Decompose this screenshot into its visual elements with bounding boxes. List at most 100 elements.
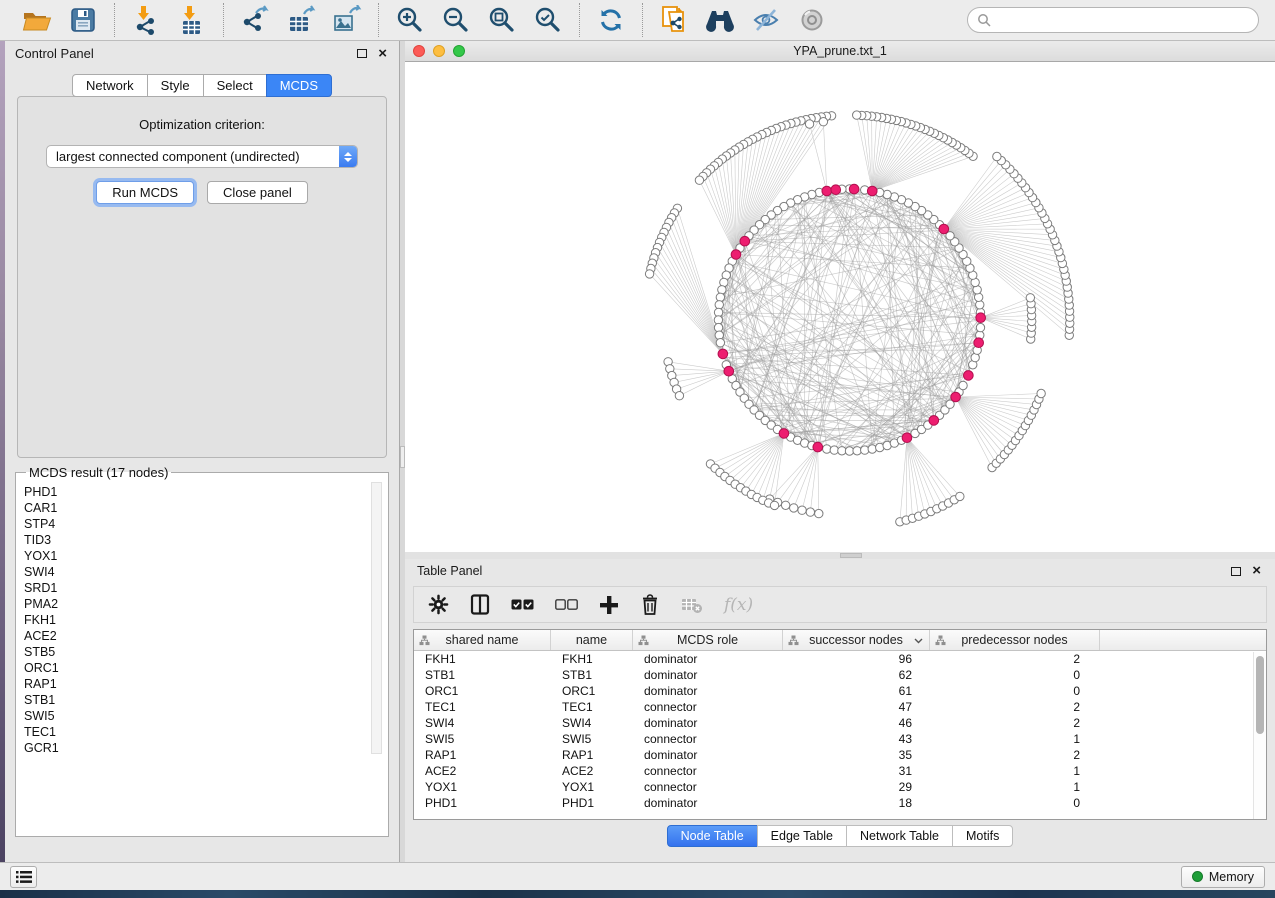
network-node[interactable] xyxy=(716,339,724,347)
network-node[interactable] xyxy=(868,445,876,453)
memory-button[interactable]: Memory xyxy=(1181,866,1265,888)
network-leaf-node[interactable] xyxy=(806,508,814,516)
network-node[interactable] xyxy=(959,381,967,389)
network-node[interactable] xyxy=(974,293,982,301)
table-row[interactable]: YOX1YOX1connector291 xyxy=(414,779,1266,795)
table-settings-button[interactable] xyxy=(428,590,449,620)
table-row[interactable]: PHD1PHD1dominator180 xyxy=(414,795,1266,811)
export-image-button[interactable] xyxy=(330,4,364,36)
show-panels-button[interactable] xyxy=(10,866,37,888)
network-hub-node[interactable] xyxy=(831,185,841,195)
mcds-result-item[interactable]: SWI4 xyxy=(24,564,388,580)
export-table-button[interactable] xyxy=(284,4,318,36)
tab-edge-table[interactable]: Edge Table xyxy=(757,825,847,847)
mcds-result-item[interactable]: PMA2 xyxy=(24,596,388,612)
export-network-button[interactable] xyxy=(238,4,272,36)
mcds-result-item[interactable]: FKH1 xyxy=(24,612,388,628)
network-hub-node[interactable] xyxy=(902,433,912,443)
tab-mcds[interactable]: MCDS xyxy=(266,74,332,97)
network-node[interactable] xyxy=(830,446,838,454)
import-table-button[interactable] xyxy=(175,4,209,36)
network-hub-node[interactable] xyxy=(731,250,741,260)
network-hub-node[interactable] xyxy=(867,186,877,196)
table-splitter-grip[interactable] xyxy=(840,553,862,558)
save-session-button[interactable] xyxy=(66,4,100,36)
network-hub-node[interactable] xyxy=(718,349,728,359)
network-hub-node[interactable] xyxy=(740,236,750,246)
network-leaf-node[interactable] xyxy=(993,152,1001,160)
network-leaf-node[interactable] xyxy=(695,176,703,184)
column-header-name[interactable]: name xyxy=(551,630,633,650)
mcds-result-item[interactable]: STB5 xyxy=(24,644,388,660)
network-leaf-node[interactable] xyxy=(1037,389,1045,397)
create-column-button[interactable] xyxy=(599,590,619,620)
close-panel-icon[interactable]: × xyxy=(378,49,387,59)
network-hub-node[interactable] xyxy=(929,416,939,426)
zoom-fit-button[interactable] xyxy=(485,4,519,36)
network-leaf-node[interactable] xyxy=(675,392,683,400)
table-row[interactable]: SWI5SWI5connector431 xyxy=(414,731,1266,747)
unselect-all-columns-button[interactable] xyxy=(555,590,578,620)
tab-motifs[interactable]: Motifs xyxy=(952,825,1013,847)
mcds-result-item[interactable]: STB1 xyxy=(24,692,388,708)
network-hub-node[interactable] xyxy=(951,392,961,402)
clone-network-button[interactable] xyxy=(657,4,691,36)
column-header-predecessor-nodes[interactable]: predecessor nodes xyxy=(930,630,1100,650)
network-hub-node[interactable] xyxy=(976,313,986,323)
network-hub-node[interactable] xyxy=(964,371,974,381)
network-leaf-node[interactable] xyxy=(853,111,861,119)
table-scrollbar[interactable] xyxy=(1253,652,1266,819)
network-leaf-node[interactable] xyxy=(956,492,964,500)
close-panel-button[interactable]: Close panel xyxy=(207,181,308,204)
import-network-button[interactable] xyxy=(129,4,163,36)
tab-network-table[interactable]: Network Table xyxy=(846,825,953,847)
network-hub-node[interactable] xyxy=(822,186,832,196)
run-mcds-button[interactable]: Run MCDS xyxy=(96,181,194,204)
mcds-result-item[interactable]: STP4 xyxy=(24,516,388,532)
delete-column-button[interactable] xyxy=(640,590,660,620)
network-leaf-node[interactable] xyxy=(770,501,778,509)
search-input[interactable] xyxy=(996,13,1249,27)
table-scrollbar-thumb[interactable] xyxy=(1256,656,1264,734)
zoom-in-button[interactable] xyxy=(393,4,427,36)
network-node[interactable] xyxy=(976,323,984,331)
network-leaf-node[interactable] xyxy=(790,504,798,512)
optimization-criterion-select[interactable]: largest connected component (undirected) xyxy=(46,145,358,168)
network-graph[interactable] xyxy=(405,62,1275,552)
network-leaf-node[interactable] xyxy=(798,506,806,514)
table-row[interactable]: RAP1RAP1dominator352 xyxy=(414,747,1266,763)
table-splitter[interactable] xyxy=(405,552,1275,559)
zoom-out-button[interactable] xyxy=(439,4,473,36)
mcds-result-item[interactable]: TEC1 xyxy=(24,724,388,740)
network-node[interactable] xyxy=(853,447,861,455)
mcds-result-item[interactable]: PHD1 xyxy=(24,484,388,500)
network-node[interactable] xyxy=(718,286,726,294)
table-row[interactable]: FKH1FKH1dominator962 xyxy=(414,651,1266,667)
network-hub-node[interactable] xyxy=(813,442,823,452)
mcds-result-item[interactable]: GCR1 xyxy=(24,740,388,756)
tab-network[interactable]: Network xyxy=(72,74,148,97)
zoom-selected-button[interactable] xyxy=(531,4,565,36)
search-network-button[interactable] xyxy=(703,4,737,36)
tab-select[interactable]: Select xyxy=(203,74,267,97)
network-leaf-node[interactable] xyxy=(805,120,813,128)
network-leaf-node[interactable] xyxy=(815,509,823,517)
mcds-scrollbar[interactable] xyxy=(371,482,382,754)
network-canvas[interactable] xyxy=(405,62,1275,552)
show-all-button[interactable] xyxy=(795,4,829,36)
apply-layout-button[interactable] xyxy=(594,4,628,36)
tab-node-table[interactable]: Node Table xyxy=(667,825,758,847)
select-all-columns-button[interactable] xyxy=(511,590,534,620)
network-hub-node[interactable] xyxy=(939,224,949,234)
column-header-MCDS-role[interactable]: MCDS role xyxy=(633,630,783,650)
close-table-panel-icon[interactable]: × xyxy=(1252,566,1261,576)
table-row[interactable]: TEC1TEC1connector472 xyxy=(414,699,1266,715)
mcds-result-item[interactable]: SWI5 xyxy=(24,708,388,724)
network-hub-node[interactable] xyxy=(779,429,789,439)
mcds-result-item[interactable]: CAR1 xyxy=(24,500,388,516)
network-leaf-node[interactable] xyxy=(819,118,827,126)
network-hub-node[interactable] xyxy=(849,184,859,194)
column-header-shared-name[interactable]: shared name xyxy=(414,630,551,650)
column-header-successor-nodes[interactable]: successor nodes xyxy=(783,630,930,650)
table-row[interactable]: SWI4SWI4dominator462 xyxy=(414,715,1266,731)
